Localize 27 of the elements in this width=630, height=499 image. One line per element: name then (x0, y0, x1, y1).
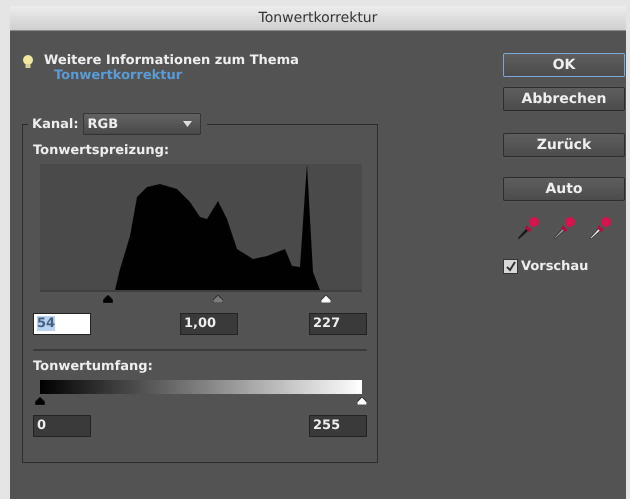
eyedropper-icon[interactable] (515, 215, 541, 241)
preview-checkbox[interactable]: Vorschau (503, 259, 588, 274)
lightbulb-icon (22, 54, 34, 70)
slider-thumb[interactable] (35, 397, 45, 405)
help-text: Weitere Informationen zum Thema (44, 53, 299, 68)
dropdown-arrow-icon (182, 121, 192, 127)
input-levels-label: Tonwertspreizung: (33, 143, 170, 158)
channel-dropdown[interactable]: RGB (82, 113, 201, 135)
dialog-button[interactable]: Auto (503, 177, 625, 201)
channel-label: Kanal: (32, 116, 79, 132)
output-levels-label: Tonwertumfang: (33, 359, 154, 374)
checkbox[interactable] (503, 259, 518, 274)
window-title: Tonwertkorrektur (258, 10, 378, 26)
dialog-button[interactable]: OK (503, 53, 625, 77)
eyedropper-icon[interactable] (551, 215, 577, 241)
input-field[interactable]: 54 (33, 313, 91, 335)
slider-thumb[interactable] (320, 295, 331, 303)
slider-thumb[interactable] (102, 295, 113, 303)
input-field[interactable]: 227 (309, 313, 367, 335)
input-field[interactable]: 1,00 (180, 313, 238, 335)
dialog-button[interactable]: Abbrechen (503, 87, 625, 111)
input-field[interactable]: 0 (33, 415, 91, 437)
slider-thumb[interactable] (213, 295, 224, 303)
slider-thumb[interactable] (357, 397, 367, 405)
eyedropper-icon[interactable] (587, 215, 613, 241)
dialog-button[interactable]: Zurück (503, 133, 625, 157)
input-field[interactable]: 255 (309, 415, 367, 437)
